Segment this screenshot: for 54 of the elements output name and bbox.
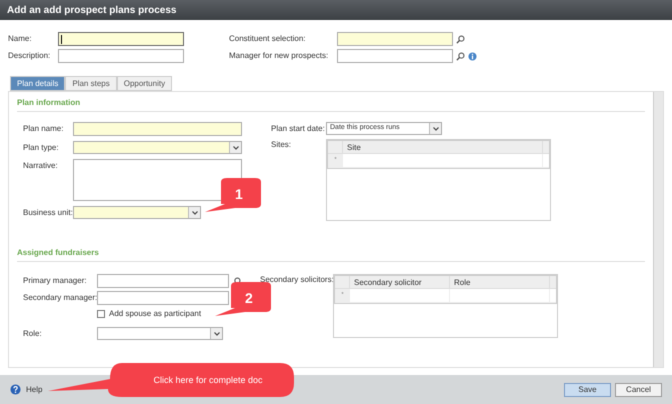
field-label: Business unit: [23,207,73,219]
field-label: Narrative: [23,160,59,172]
field-label: Secondary manager: [23,292,97,304]
field-label: Description: [8,50,52,62]
dialog-button[interactable]: Cancel [615,382,662,396]
column-header[interactable]: Secondary solicitor [350,276,450,288]
section-title: Plan information [17,98,80,107]
help-icon[interactable] [10,384,21,395]
field-label: Plan name: [23,123,64,135]
dropdown-button[interactable] [429,123,441,134]
dropdown-button[interactable] [210,328,222,339]
field-label: Manager for new prospects: [229,50,330,62]
chevron-down-icon [214,332,220,336]
info-icon[interactable] [468,52,477,60]
callout-number: 2 [215,282,273,318]
field-label: Role: [23,328,43,340]
section-title: Assigned fundraisers [17,248,99,257]
input-field[interactable] [337,32,453,46]
field-label: Sites: [271,139,292,151]
field-label: Plan start date: [271,122,326,134]
column-header[interactable]: Role [450,276,550,288]
text-cursor [61,34,62,44]
dropdown-button[interactable] [229,142,241,153]
checkbox-label: Add spouse as participant [109,308,202,320]
select-field[interactable] [97,327,223,340]
input-field[interactable] [73,122,242,136]
select-field[interactable] [73,141,242,154]
scrollbar[interactable] [653,92,663,367]
select-field[interactable] [73,206,201,219]
dialog-button[interactable]: Save [564,382,611,396]
field-label: Plan type: [23,142,60,154]
help-link[interactable]: Help [26,384,42,396]
callout-banner: Click here for complete doc [48,363,296,399]
input-field[interactable] [337,49,453,63]
chevron-down-icon [232,146,238,150]
field-label: Primary manager: [23,275,88,287]
window-title: Add an add prospect plans process [7,4,176,18]
dropdown-button[interactable] [188,207,200,218]
input-field[interactable] [58,49,184,63]
tab[interactable]: Plan details [10,76,66,91]
search-icon[interactable] [456,34,465,44]
chevron-down-icon [192,210,198,214]
checkbox[interactable] [97,310,105,318]
search-icon[interactable] [456,52,465,60]
input-field[interactable] [97,291,229,305]
field-label: Constituent selection: [229,33,306,45]
field-label: Name: [8,33,33,45]
chevron-down-icon [432,126,438,130]
callout-number: 1 [205,178,263,214]
tab[interactable]: Opportunity [116,76,172,91]
input-field[interactable] [97,274,229,288]
narrative-field[interactable] [73,159,242,201]
input-field[interactable] [58,32,184,46]
tab[interactable]: Plan steps [65,76,117,91]
